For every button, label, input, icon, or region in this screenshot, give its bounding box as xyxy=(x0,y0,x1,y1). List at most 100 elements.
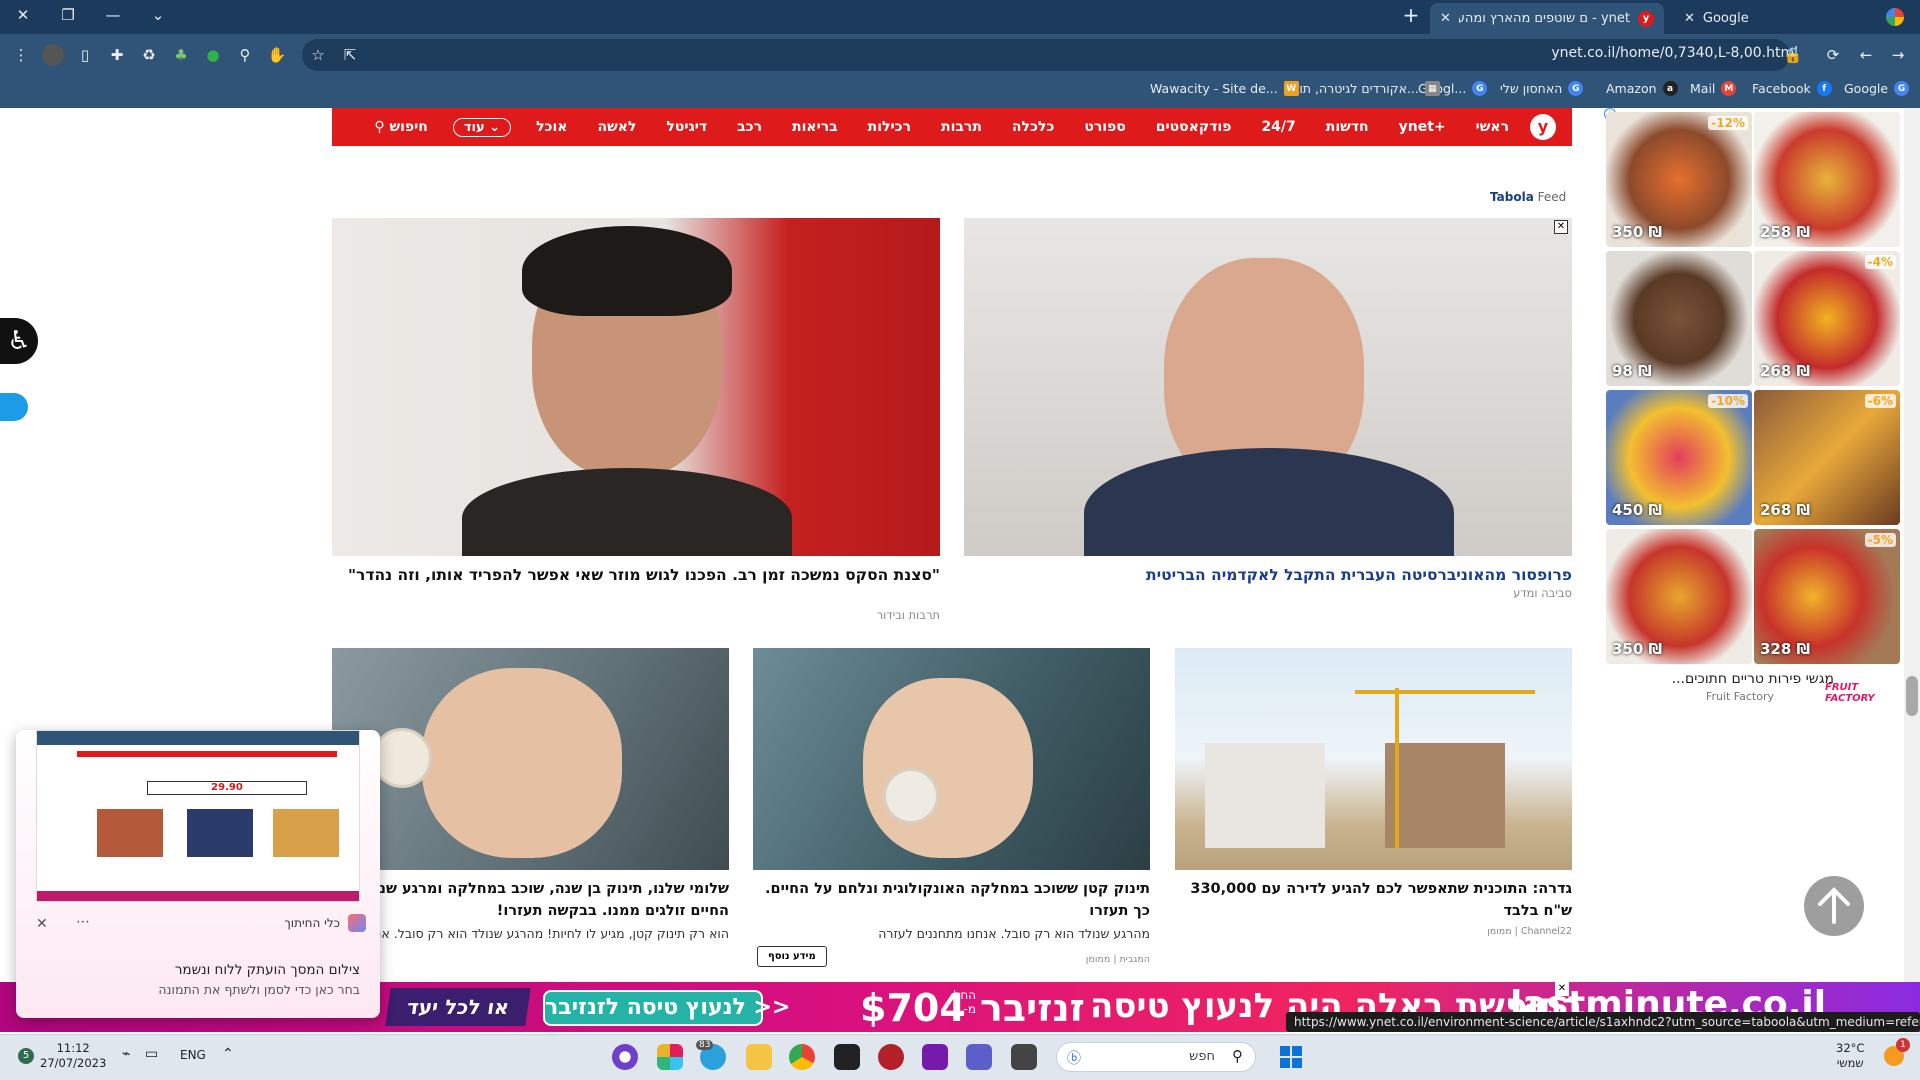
nav-item[interactable]: כלכלה xyxy=(997,119,1069,135)
article-title[interactable]: פרופסור מהאוניברסיטה העברית התקבל לאקדמי… xyxy=(964,564,1572,586)
bookmark-star-icon[interactable]: ☆ xyxy=(307,44,329,66)
taskbar-search[interactable]: ⓑ חפש ⚲ xyxy=(1056,1042,1256,1072)
bookmark-mail[interactable]: Mail M xyxy=(1690,81,1737,96)
article-title[interactable]: תינוק קטן ששוכב במחלקה האונקולוגית ונלחם… xyxy=(753,878,1150,922)
windows-start-icon[interactable] xyxy=(1280,1046,1302,1068)
close-window-icon[interactable]: ✕ xyxy=(8,6,38,24)
ad-caption[interactable]: מגשי פירות טריים חתוכים... xyxy=(1604,671,1834,687)
back-icon[interactable]: ← xyxy=(1855,44,1877,66)
nav-item[interactable]: ראשי xyxy=(1461,119,1524,135)
nav-item[interactable]: לאשה xyxy=(582,119,651,135)
tab-list-icon[interactable]: ⌄ xyxy=(143,6,173,24)
fruit-tile[interactable]: -10% 450 ₪ xyxy=(1606,390,1752,525)
bookmark-drive[interactable]: האחסון שלי G xyxy=(1500,81,1584,96)
terminal-icon[interactable] xyxy=(834,1044,860,1070)
close-tab-icon[interactable]: ✕ xyxy=(1440,11,1451,26)
nav-item[interactable]: בריאות xyxy=(777,119,853,135)
extension-icon[interactable]: ⚲ xyxy=(234,44,256,66)
fruit-tile[interactable]: 350 ₪ xyxy=(1606,529,1752,664)
clock[interactable]: 11:12 27/07/2023 xyxy=(40,1041,106,1071)
display-icon[interactable]: ▭ xyxy=(145,1046,158,1062)
ad-cta-button[interactable]: לנעוץ טיסה לזנזיבר >> xyxy=(543,990,790,1026)
slack-icon[interactable] xyxy=(657,1044,683,1070)
bookmark-amazon[interactable]: Amazon a xyxy=(1606,81,1678,96)
nav-item[interactable]: פודקאסטים xyxy=(1141,119,1247,135)
github-icon[interactable] xyxy=(612,1044,638,1070)
article-title[interactable]: גדרה: התוכנית שתאפשר לכם להגיע לדירה עם … xyxy=(1175,878,1572,922)
more-info-button[interactable]: מידע נוסף xyxy=(757,946,827,967)
chrome-icon[interactable] xyxy=(789,1044,815,1070)
fruit-tile[interactable]: -12% 350 ₪ xyxy=(1606,112,1752,247)
fruit-tile[interactable]: 258 ₪ xyxy=(1754,112,1900,247)
evernote-icon[interactable]: ● xyxy=(202,44,224,66)
nav-item[interactable]: רכב xyxy=(722,119,777,135)
article-image-actor[interactable] xyxy=(332,218,940,556)
extensions-icon[interactable]: ✚ xyxy=(106,44,128,66)
scroll-to-top-button[interactable] xyxy=(1804,876,1864,936)
bookmark-google[interactable]: Google G xyxy=(1844,81,1910,96)
butterfly-icon[interactable] xyxy=(0,393,28,421)
app-icon[interactable] xyxy=(878,1044,904,1070)
nav-item[interactable]: חדשות xyxy=(1311,119,1384,135)
nav-item[interactable]: ספורט xyxy=(1069,119,1140,135)
screenshot-thumbnail[interactable]: 29.90 xyxy=(36,730,360,902)
article-image-baby[interactable] xyxy=(753,648,1150,870)
restore-window-icon[interactable]: ❐ xyxy=(53,6,83,24)
chevron-up-icon[interactable]: ⌃ xyxy=(222,1046,234,1062)
extension-icon[interactable]: ✋ xyxy=(266,44,288,66)
fruit-tile[interactable]: -6% 268 ₪ xyxy=(1754,390,1900,525)
scrollbar-thumb[interactable] xyxy=(1906,676,1918,716)
nav-item[interactable]: 24/7 xyxy=(1246,119,1310,135)
fruit-tile[interactable]: -5% 328 ₪ xyxy=(1754,529,1900,664)
fruit-tile[interactable]: 98 ₪ xyxy=(1606,251,1752,386)
app-icon[interactable] xyxy=(1011,1044,1037,1070)
profile-avatar[interactable] xyxy=(42,44,64,66)
more-button[interactable]: עוד ⌄ xyxy=(452,117,512,137)
snipping-notification[interactable]: 29.90 כלי החיתוך ✕ ⋯ צילום המסך הועתק לל… xyxy=(16,730,380,1018)
article-title[interactable]: שלומי שלנו, תינוק בן שנה, שוכב במחלקה ומ… xyxy=(332,878,729,922)
new-tab-button[interactable]: + xyxy=(1396,3,1426,27)
article-image-building[interactable] xyxy=(1175,648,1572,870)
tree-icon[interactable]: ♣ xyxy=(170,44,192,66)
fruit-factory-ad[interactable]: i 258 ₪ -12%350 ₪ -4%268 ₪ 98 ₪ -6%268 ₪… xyxy=(1604,108,1904,708)
reload-icon[interactable]: ⟳ xyxy=(1822,44,1844,66)
forward-icon[interactable]: → xyxy=(1887,44,1909,66)
nav-item[interactable]: רכילות xyxy=(853,119,926,135)
search-button[interactable]: ⚲ חיפוש xyxy=(359,119,443,135)
tab-google[interactable]: ✕ Google xyxy=(1674,3,1874,34)
menu-dots-icon[interactable]: ⋮ xyxy=(10,44,32,66)
close-tab-icon[interactable]: ✕ xyxy=(1684,11,1695,26)
article-title[interactable]: "סצנת הסקס נמשכה זמן רב. הפכנו לגוש מוזר… xyxy=(332,564,940,586)
onenote-icon[interactable] xyxy=(922,1044,948,1070)
sidebar-icon[interactable]: ▯ xyxy=(74,44,96,66)
share-icon[interactable]: ⇱ xyxy=(339,44,361,66)
article-image-professor[interactable]: ✕ xyxy=(964,218,1572,556)
bookmark-wawacity[interactable]: Wawacity - Site de... W xyxy=(1150,81,1299,96)
recycle-icon[interactable]: ♻ xyxy=(138,44,160,66)
nav-item[interactable]: דיגיטל xyxy=(651,119,722,135)
url-text[interactable]: ynet.co.il/home/0,7340,L-8,00.html xyxy=(1551,45,1798,61)
nav-item[interactable]: אוכל xyxy=(521,119,582,135)
weather-widget[interactable]: 32°C שמשי xyxy=(1836,1041,1864,1071)
bookmark-chords[interactable]: אקורדים לגיטרה, תוו... ▦ xyxy=(1296,81,1440,96)
nav-item[interactable]: תרבות xyxy=(926,119,997,135)
article-image-baby-2[interactable] xyxy=(332,648,729,870)
taboola-feed-logo[interactable]: Tabola Feed xyxy=(1490,190,1566,204)
fruit-tile[interactable]: -4% 268 ₪ xyxy=(1754,251,1900,386)
network-icon[interactable]: ⌁ xyxy=(122,1046,130,1062)
close-ad-icon[interactable]: ✕ xyxy=(1554,220,1568,234)
notification-count-icon[interactable]: 5 xyxy=(18,1048,34,1064)
ynet-logo[interactable]: y xyxy=(1530,114,1556,140)
teams-icon[interactable] xyxy=(966,1044,992,1070)
nav-item[interactable]: ynet+ xyxy=(1384,119,1461,135)
close-icon[interactable]: ✕ xyxy=(36,916,48,932)
bookmark-facebook[interactable]: Facebook f xyxy=(1752,81,1832,96)
accessibility-icon[interactable]: ♿ xyxy=(0,318,38,364)
page-scrollbar[interactable] xyxy=(1904,108,1920,1034)
close-ad-icon[interactable]: ✕ xyxy=(1555,982,1569,996)
more-options-icon[interactable]: ⋯ xyxy=(76,914,90,930)
file-explorer-icon[interactable] xyxy=(746,1044,772,1070)
tab-ynet[interactable]: ✕ ynet - ם שוטפים מהארץ ומהעולם y xyxy=(1430,3,1664,34)
minimize-window-icon[interactable]: — xyxy=(98,6,128,24)
language-indicator[interactable]: ENG xyxy=(180,1048,206,1062)
